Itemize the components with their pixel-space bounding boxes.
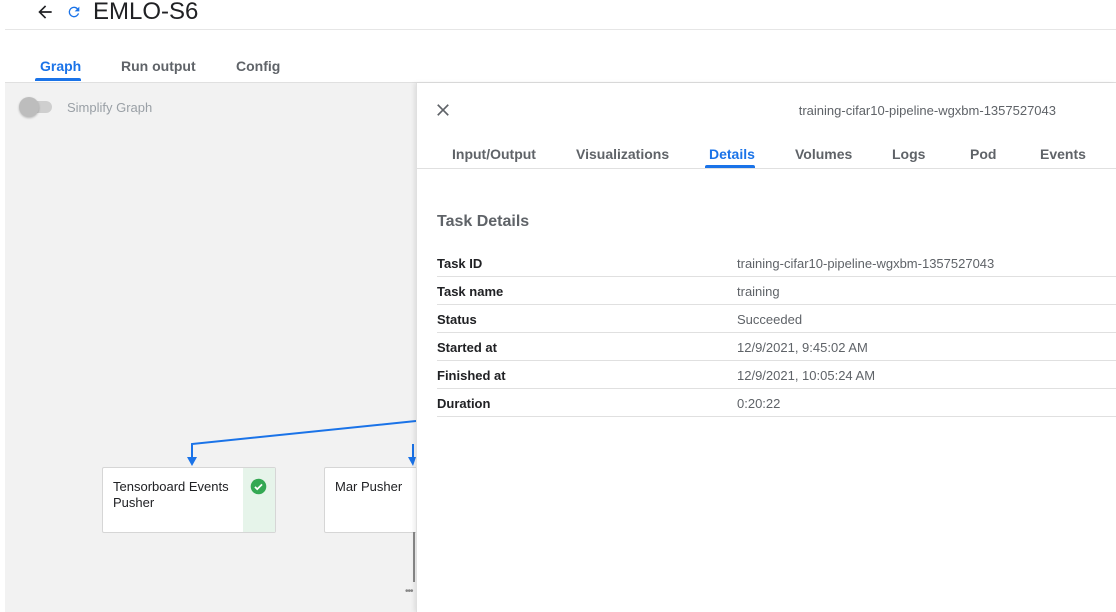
edge-arrow-mar-pusher (408, 457, 416, 466)
detail-key: Task ID (437, 256, 483, 271)
detail-row-status: Status Succeeded (437, 305, 1116, 333)
node-tensorboard-events-pusher[interactable]: Tensorboard Events Pusher (102, 467, 276, 533)
detail-value: Succeeded (737, 312, 803, 327)
graph-edge-vertical (413, 532, 415, 582)
tab-pod[interactable]: Pod (970, 146, 996, 162)
detail-value: 0:20:22 (737, 396, 781, 411)
tab-graph[interactable]: Graph (40, 58, 81, 74)
tab-details[interactable]: Details (709, 146, 755, 162)
panel-title: training-cifar10-pipeline-wgxbm-13575270… (798, 103, 1056, 118)
tab-visualizations[interactable]: Visualizations (576, 146, 669, 162)
tab-volumes[interactable]: Volumes (795, 146, 852, 162)
node-status-succeeded (243, 468, 275, 532)
edge-arrow-tensorboard (187, 457, 197, 466)
close-panel-button[interactable] (433, 100, 453, 120)
refresh-status-icon (65, 3, 83, 21)
detail-key: Task name (437, 284, 504, 299)
node-details-panel: training-cifar10-pipeline-wgxbm-13575270… (416, 83, 1116, 612)
detail-row-task-name: Task name training (437, 277, 1116, 305)
check-circle-icon (250, 478, 267, 495)
active-tab-indicator (705, 165, 755, 168)
detail-key: Status (437, 312, 477, 327)
run-tabs: Graph Run output Config (5, 30, 1116, 83)
pipeline-graph-canvas[interactable]: Simplify Graph Tensorboard Events Pusher… (5, 83, 416, 612)
panel-tabs: Input/Output Visualizations Details Volu… (417, 131, 1116, 169)
detail-key: Duration (437, 396, 491, 411)
detail-value: 12/9/2021, 10:05:24 AM (737, 368, 876, 383)
active-tab-indicator (35, 78, 81, 81)
close-icon (437, 104, 449, 116)
detail-row-task-id: Task ID training-cifar10-pipeline-wgxbm-… (437, 249, 1116, 277)
page-title: EMLO-S6 (93, 0, 199, 25)
detail-row-duration: Duration 0:20:22 (437, 389, 1116, 417)
back-button[interactable] (31, 0, 59, 24)
node-label: Mar Pusher (335, 479, 403, 494)
tab-events[interactable]: Events (1040, 146, 1086, 162)
arrow-back-icon (38, 5, 52, 19)
detail-row-started-at: Started at 12/9/2021, 9:45:02 AM (437, 333, 1116, 361)
detail-value: 12/9/2021, 9:45:02 AM (737, 340, 868, 355)
tab-run-output[interactable]: Run output (121, 58, 196, 74)
detail-row-finished-at: Finished at 12/9/2021, 10:05:24 AM (437, 361, 1116, 389)
node-mar-pusher[interactable]: Mar Pusher (324, 467, 416, 533)
more-dots-icon: ••• (405, 586, 413, 597)
detail-value: training-cifar10-pipeline-wgxbm-13575270… (737, 256, 995, 271)
tab-config[interactable]: Config (236, 58, 280, 74)
tab-logs[interactable]: Logs (892, 146, 925, 162)
tab-input-output[interactable]: Input/Output (452, 146, 536, 162)
edge-to-tensorboard (191, 420, 416, 460)
detail-key: Finished at (437, 368, 506, 383)
run-header: EMLO-S6 (5, 0, 1116, 30)
task-details-table: Task ID training-cifar10-pipeline-wgxbm-… (437, 249, 1116, 417)
node-label: Tensorboard Events Pusher (113, 479, 229, 510)
section-title: Task Details (437, 213, 530, 230)
detail-key: Started at (437, 340, 497, 355)
detail-value: training (737, 284, 780, 299)
